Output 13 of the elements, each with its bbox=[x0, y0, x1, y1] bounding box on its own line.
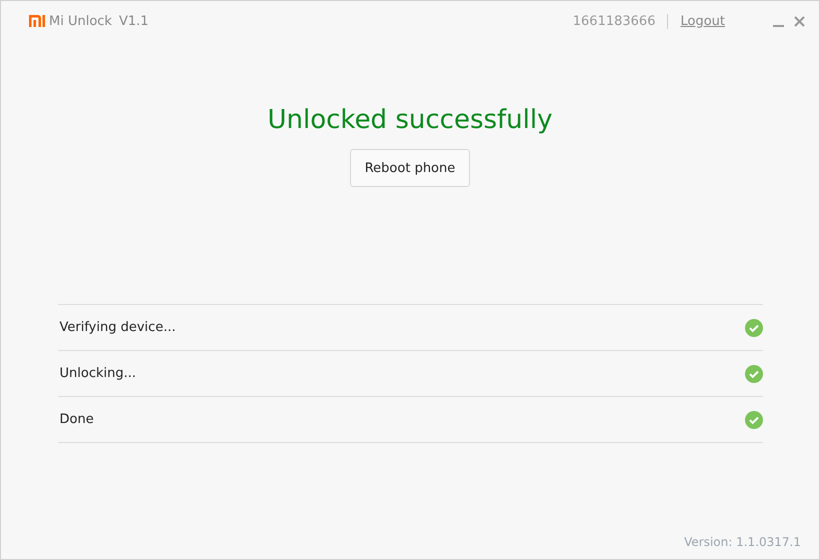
version-text: Version: 1.1.0317.1 bbox=[684, 535, 801, 549]
version-label: V1.1 bbox=[118, 14, 149, 28]
step-label: Unlocking... bbox=[58, 366, 136, 381]
step-label: Done bbox=[58, 412, 94, 427]
account-id: 1661183666 bbox=[572, 14, 656, 28]
close-button[interactable] bbox=[792, 14, 807, 28]
close-icon bbox=[794, 16, 805, 26]
reboot-button[interactable]: Reboot phone bbox=[350, 149, 470, 187]
logo-icon bbox=[29, 15, 45, 27]
step-label: Verifying device... bbox=[58, 320, 176, 335]
minimize-icon bbox=[773, 24, 784, 26]
window-title: Mi Unlock bbox=[49, 14, 112, 28]
status-heading: Unlocked successfully bbox=[268, 105, 552, 135]
